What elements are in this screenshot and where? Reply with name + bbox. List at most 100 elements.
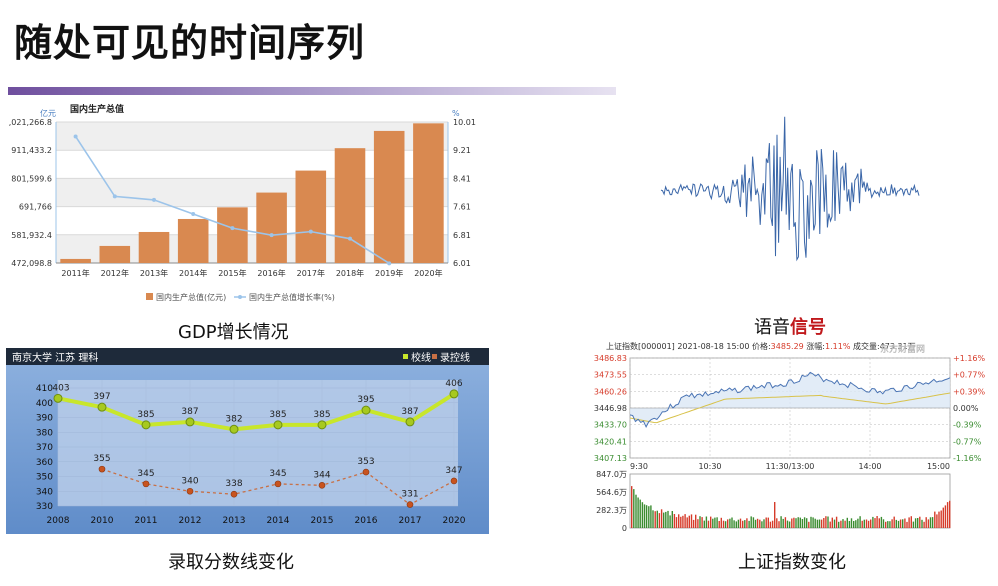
control-value-label: 340 xyxy=(181,476,198,486)
school-value-label: 403 xyxy=(52,383,69,393)
growth-rate-point xyxy=(230,226,235,231)
volume-bar xyxy=(878,518,880,528)
volume-bar xyxy=(639,499,641,528)
volume-bar xyxy=(710,516,712,528)
school-value-label: 382 xyxy=(225,414,242,424)
volume-bar xyxy=(895,519,897,528)
volume-bar xyxy=(806,518,808,528)
volume-bar xyxy=(729,518,731,528)
volume-bar xyxy=(891,519,893,528)
control-point xyxy=(98,465,106,473)
volume-bar xyxy=(686,517,688,528)
y-tick-left: 3486.83 xyxy=(594,354,627,363)
volume-bar xyxy=(645,505,648,528)
volume-bar xyxy=(667,510,669,528)
growth-rate-point xyxy=(269,233,274,238)
volume-bar xyxy=(861,520,863,528)
volume-bar xyxy=(690,514,693,528)
legend-label-bars: 国内生产总值(亿元) xyxy=(156,292,226,302)
gdp-bar xyxy=(217,207,248,263)
volume-bar xyxy=(746,518,748,528)
legend-swatch-control xyxy=(432,354,437,359)
control-value-label: 345 xyxy=(137,469,154,479)
control-value-label: 347 xyxy=(445,466,462,476)
volume-bar xyxy=(763,519,765,528)
volume-bar xyxy=(643,504,646,528)
x-tick: 2017 xyxy=(399,516,422,526)
y-tick: 330 xyxy=(36,502,53,512)
control-point xyxy=(274,480,282,488)
volume-bar xyxy=(799,517,801,528)
volume-bar xyxy=(899,519,902,528)
y-tick-right: +1.16% xyxy=(953,354,986,363)
volume-bar xyxy=(778,521,780,528)
control-value-label: 345 xyxy=(269,469,286,479)
volume-tick: 0 xyxy=(622,524,627,533)
control-value-label: 338 xyxy=(225,479,242,489)
speech-waveform xyxy=(660,116,920,262)
volume-bar xyxy=(727,519,729,528)
y-tick-left: 911,433.2 xyxy=(11,146,52,155)
volume-bar xyxy=(714,517,716,528)
volume-bar xyxy=(705,516,708,528)
caption-speech-prefix: 语音 xyxy=(754,317,790,338)
stock-header: 上证指数[000001] 2021-08-18 15:00 价格:3485.29… xyxy=(606,341,916,351)
volume-bar xyxy=(902,519,904,528)
control-point xyxy=(186,487,194,495)
volume-bar xyxy=(682,515,684,528)
y-tick-right: 7.61 xyxy=(453,203,471,212)
volume-bar xyxy=(848,521,851,528)
school-value-label: 387 xyxy=(401,407,418,417)
volume-bar xyxy=(718,521,720,528)
volume-bar xyxy=(631,486,633,528)
volume-bar xyxy=(737,519,740,528)
slide-title: 随处可见的时间序列 xyxy=(14,21,366,65)
gdp-bar xyxy=(99,245,131,263)
x-tick: 2012 xyxy=(179,516,202,526)
y-tick: 400 xyxy=(36,399,53,409)
volume-bar xyxy=(780,516,782,528)
legend-label-school: 校线 xyxy=(411,351,431,364)
y-tick-left: 3420.41 xyxy=(594,437,627,446)
volume-bar xyxy=(921,519,923,528)
x-tick-label: 2014年 xyxy=(179,268,207,278)
control-point xyxy=(450,477,458,485)
legend-swatch-school xyxy=(403,354,408,359)
volume-bar xyxy=(885,521,887,528)
x-tick: 2010 xyxy=(91,516,114,526)
volume-bar xyxy=(722,520,725,528)
volume-bar xyxy=(938,511,940,528)
school-value-label: 395 xyxy=(357,395,374,405)
y-tick: 380 xyxy=(36,428,53,438)
y-tick-right: 0.00% xyxy=(953,404,979,413)
volume-bar xyxy=(707,520,710,528)
growth-rate-point xyxy=(112,194,117,199)
volume-bar xyxy=(801,519,804,528)
y-tick-right: -1.16% xyxy=(953,454,982,463)
caption-score: 录取分数线变化 xyxy=(168,552,294,573)
volume-bar xyxy=(797,517,799,528)
volume-bar xyxy=(750,516,752,528)
x-tick: 2016 xyxy=(355,516,378,526)
volume-bar xyxy=(949,500,951,528)
x-tick-label: 2012年 xyxy=(101,268,129,278)
volume-bar xyxy=(759,519,761,528)
volume-bar xyxy=(897,520,900,528)
change-value: 1.11% xyxy=(825,342,853,351)
x-tick: 14:00 xyxy=(858,462,881,471)
title-underline xyxy=(8,87,616,95)
volume-bar xyxy=(831,517,833,528)
x-tick: 2013 xyxy=(223,516,246,526)
volume-bar xyxy=(829,521,831,528)
school-point xyxy=(405,417,415,427)
volume-bar xyxy=(914,518,917,528)
y-tick: 370 xyxy=(36,443,53,453)
volume-bar xyxy=(703,520,705,528)
volume-bar xyxy=(673,514,676,528)
volume-bar xyxy=(844,520,846,528)
volume-bar xyxy=(748,520,750,528)
volume-bar xyxy=(756,518,759,528)
volume-bar xyxy=(876,516,878,528)
volume-bar xyxy=(810,516,812,528)
watermark: 东方财富网 xyxy=(880,343,925,355)
